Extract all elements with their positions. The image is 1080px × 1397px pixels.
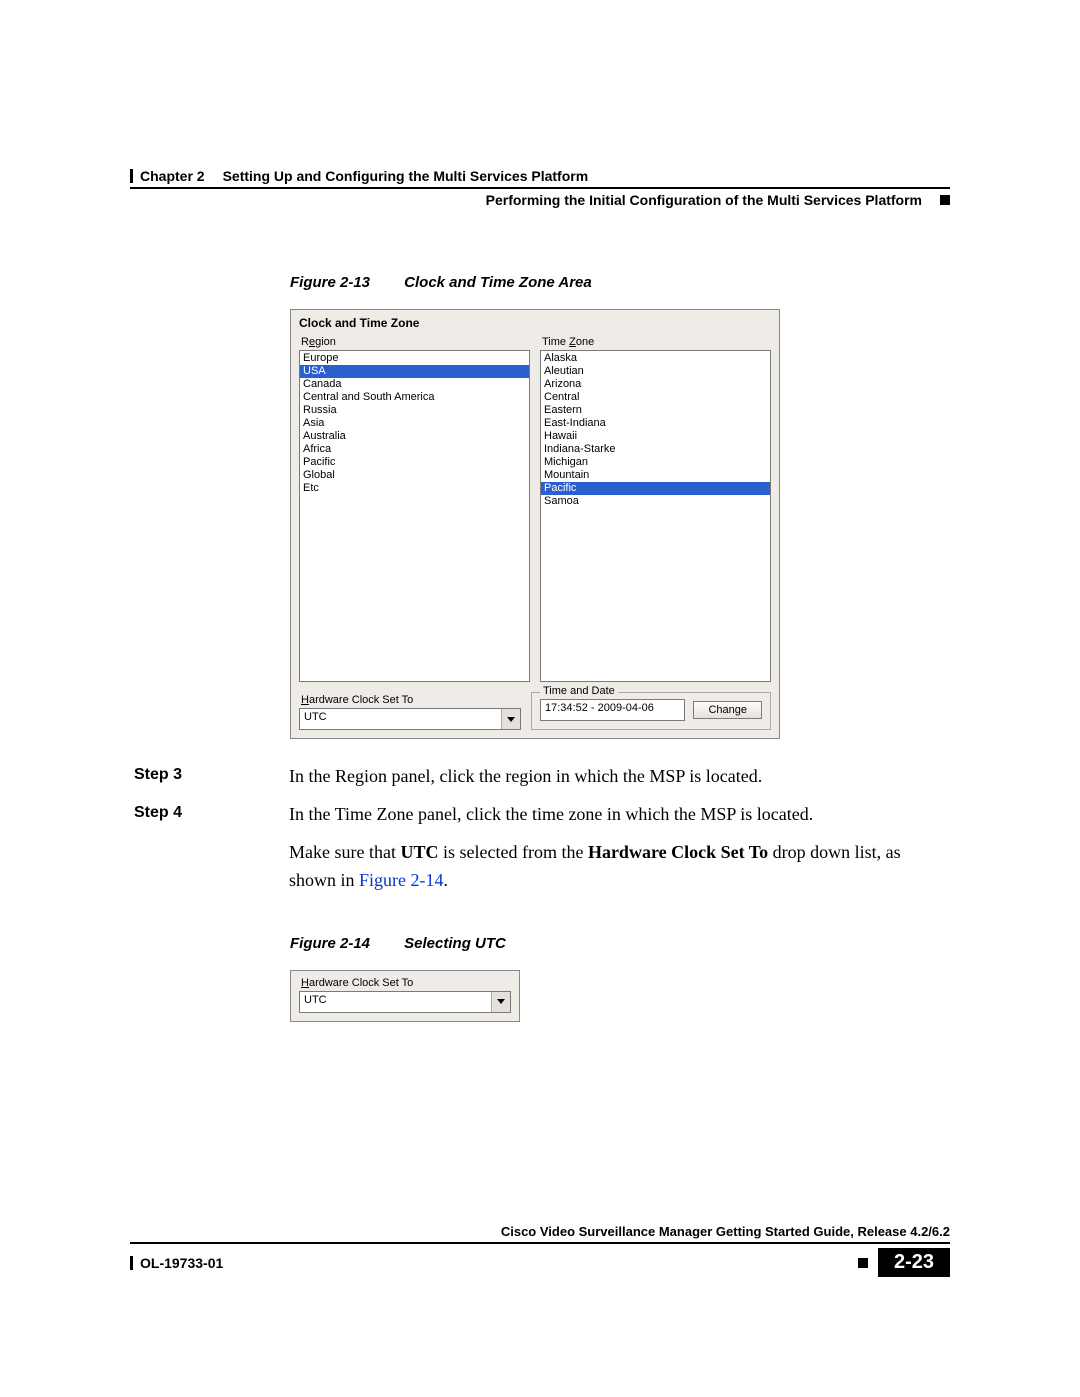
page-footer: Cisco Video Surveillance Manager Getting… [130, 1224, 950, 1277]
doc-id: OL-19733-01 [140, 1255, 223, 1271]
chapter-title: Setting Up and Configuring the Multi Ser… [223, 168, 589, 184]
timezone-label-post: one [576, 336, 594, 348]
header-square-icon [940, 195, 950, 205]
timezone-label-accel: Z [569, 336, 576, 348]
running-header-line1: Chapter 2 Setting Up and Configuring the… [130, 168, 950, 184]
step-4-line1: In the Time Zone panel, click the time z… [289, 801, 950, 829]
hw-clock-value-2: UTC [300, 992, 491, 1012]
region-label-pre: R [301, 336, 309, 348]
t: is selected from the [438, 842, 587, 862]
hw-clock-label-2: Hardware Clock Set To [301, 977, 511, 989]
list-item[interactable]: Canada [300, 378, 529, 391]
figure-title: Selecting UTC [404, 935, 506, 952]
list-item[interactable]: Global [300, 469, 529, 482]
clock-timezone-screenshot: Clock and Time Zone Region EuropeUSACana… [290, 309, 780, 739]
header-vbar-icon [130, 169, 133, 183]
hw-clock-value: UTC [300, 709, 501, 729]
chapter-label: Chapter 2 [140, 168, 205, 184]
list-item[interactable]: Africa [300, 443, 529, 456]
list-item[interactable]: Central and South America [300, 391, 529, 404]
selecting-utc-screenshot: Hardware Clock Set To UTC [290, 970, 520, 1022]
bold-utc: UTC [400, 842, 438, 862]
time-date-legend: Time and Date [540, 685, 618, 697]
list-item[interactable]: Central [541, 391, 770, 404]
hw-label-rest: ardware Clock Set To [309, 694, 413, 706]
step-4-label: Step 4 [130, 801, 289, 895]
page: Chapter 2 Setting Up and Configuring the… [0, 0, 1080, 1397]
panes-row: Region EuropeUSACanadaCentral and South … [299, 336, 771, 682]
footer-vbar-icon [130, 1256, 133, 1270]
step-4-extra: Make sure that UTC is selected from the … [289, 839, 950, 895]
change-button[interactable]: Change [693, 701, 762, 719]
list-item[interactable]: USA [300, 365, 529, 378]
step-4-body: In the Time Zone panel, click the time z… [289, 801, 950, 895]
list-item[interactable]: Samoa [541, 495, 770, 508]
region-pane: Region EuropeUSACanadaCentral and South … [299, 336, 530, 682]
list-item[interactable]: Etc [300, 482, 529, 495]
list-item[interactable]: East-Indiana [541, 417, 770, 430]
list-item[interactable]: Europe [300, 352, 529, 365]
t: . [444, 870, 449, 890]
step-3-body: In the Region panel, click the region in… [289, 763, 950, 791]
figure-caption-2-13: Figure 2-13 Clock and Time Zone Area [290, 274, 950, 291]
bold-hwclock: Hardware Clock Set To [588, 842, 768, 862]
figure-caption-2-14: Figure 2-14 Selecting UTC [290, 935, 950, 952]
header-rule [130, 187, 950, 189]
dropdown-button-2[interactable] [491, 992, 510, 1012]
time-date-value: 17:34:52 - 2009-04-06 [540, 699, 685, 721]
timezone-pane: Time Zone AlaskaAleutianArizonaCentralEa… [540, 336, 771, 682]
time-date-group: Time and Date 17:34:52 - 2009-04-06 Chan… [531, 692, 771, 730]
list-item[interactable]: Aleutian [541, 365, 770, 378]
footer-row: OL-19733-01 2-23 [130, 1248, 950, 1277]
list-item[interactable]: Australia [300, 430, 529, 443]
bottom-row: Hardware Clock Set To UTC Time and Date … [299, 692, 771, 730]
region-label-post: gion [315, 336, 336, 348]
footer-square-icon [858, 1258, 868, 1268]
timezone-label: Time Zone [542, 336, 771, 348]
section-title: Performing the Initial Configuration of … [486, 192, 922, 208]
timezone-listbox[interactable]: AlaskaAleutianArizonaCentralEasternEast-… [540, 350, 771, 682]
footer-left: OL-19733-01 [130, 1255, 223, 1271]
hw2-rest: ardware Clock Set To [309, 977, 413, 989]
list-item[interactable]: Eastern [541, 404, 770, 417]
figure-link-2-14[interactable]: Figure 2-14 [359, 870, 444, 890]
panel-title: Clock and Time Zone [299, 316, 771, 330]
hw-label-accel: H [301, 694, 309, 706]
list-item[interactable]: Michigan [541, 456, 770, 469]
hw-clock-dropdown-2[interactable]: UTC [299, 991, 511, 1013]
footer-right: 2-23 [858, 1248, 950, 1277]
footer-rule [130, 1242, 950, 1244]
list-item[interactable]: Asia [300, 417, 529, 430]
footer-guide-title: Cisco Video Surveillance Manager Getting… [130, 1224, 950, 1239]
chevron-down-icon [497, 999, 505, 1004]
list-item[interactable]: Russia [300, 404, 529, 417]
dropdown-button[interactable] [501, 709, 520, 729]
figure-label: Figure 2-13 [290, 274, 400, 291]
hw-clock-column: Hardware Clock Set To UTC [299, 694, 521, 730]
list-item[interactable]: Indiana-Starke [541, 443, 770, 456]
t: Make sure that [289, 842, 400, 862]
step-list: Step 3 In the Region panel, click the re… [130, 763, 950, 895]
list-item[interactable]: Pacific [541, 482, 770, 495]
running-header-line2: Performing the Initial Configuration of … [130, 192, 950, 208]
timezone-label-pre: Time [542, 336, 569, 348]
list-item[interactable]: Pacific [300, 456, 529, 469]
page-number-badge: 2-23 [878, 1248, 950, 1277]
list-item[interactable]: Mountain [541, 469, 770, 482]
list-item[interactable]: Hawaii [541, 430, 770, 443]
step-4: Step 4 In the Time Zone panel, click the… [130, 801, 950, 895]
figure-title: Clock and Time Zone Area [404, 274, 592, 291]
list-item[interactable]: Arizona [541, 378, 770, 391]
hw2-accel: H [301, 977, 309, 989]
list-item[interactable]: Alaska [541, 352, 770, 365]
step-3: Step 3 In the Region panel, click the re… [130, 763, 950, 791]
hw-clock-dropdown[interactable]: UTC [299, 708, 521, 730]
step-3-label: Step 3 [130, 763, 289, 791]
figure-label: Figure 2-14 [290, 935, 400, 952]
hw-clock-label: Hardware Clock Set To [301, 694, 521, 706]
region-label: Region [301, 336, 530, 348]
chevron-down-icon [507, 717, 515, 722]
region-listbox[interactable]: EuropeUSACanadaCentral and South America… [299, 350, 530, 682]
